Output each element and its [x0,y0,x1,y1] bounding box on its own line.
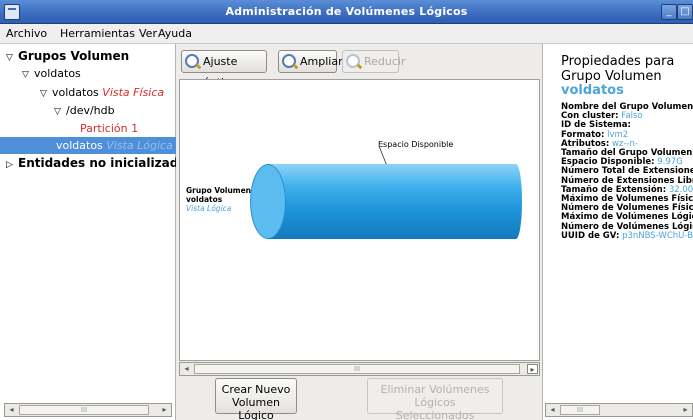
ampliar-button[interactable]: Ampliar [278,50,343,73]
zoom-fit-icon [185,54,199,68]
expander-icon[interactable]: ▽ [54,104,66,121]
minimize-icon[interactable]: _ [661,4,677,20]
prop-row: UUID de GV: p3nNBS-WChU-B2 [561,231,693,241]
menu-bar: Archivo Herramientas Ver Ayuda [0,24,693,44]
canvas-horizontal-scrollbar[interactable]: ◂ III ▸ [179,362,540,376]
tree-item-grupos[interactable]: ▽ Grupos Volumen [6,48,129,65]
props-vg-name: voldatos [561,83,624,98]
expander-icon[interactable]: ▽ [40,86,52,103]
tree-item-vista-fisica[interactable]: ▽ voldatos Vista Física [40,84,164,101]
volume-canvas[interactable]: Grupo Volumen voldatos Vista Lógica Espa… [179,79,540,361]
expander-icon[interactable]: ▽ [6,50,18,67]
menu-herramientas[interactable]: Herramientas [60,27,135,40]
expander-icon[interactable]: ▷ [6,157,18,174]
crear-volumen-logico-button[interactable]: Crear Nuevo Volumen Lógico [215,378,297,420]
center-pane: Ajuste óptimo Ampliar Reducir Grupo Volu… [176,44,542,420]
ajuste-optimo-button[interactable]: Ajuste óptimo [181,50,267,89]
reducir-button: Reducir [342,50,406,73]
cylinder-body [267,164,522,239]
scroll-thumb[interactable]: III [560,405,600,415]
scroll-right-icon[interactable]: ▸ [527,364,538,374]
scroll-right-icon[interactable]: ▸ [159,405,170,415]
volume-tree: ▽ Grupos Volumen ▽ voldatos ▽ voldatos Vist… [0,44,194,420]
menu-ver[interactable]: Ver [139,27,157,40]
tree-item-vista-logica[interactable]: voldatos Vista Lógica [56,137,173,154]
zoom-in-icon [282,54,296,68]
tree-item-entidades[interactable]: ▷ Entidades no inicializadas [6,155,194,172]
properties-pane: Propiedades para Grupo Volumen voldatos … [542,44,693,420]
window-title: Administración de Volúmenes Lógicos [225,5,468,18]
free-space-cylinder[interactable] [250,164,522,239]
menu-ayuda[interactable]: Ayuda [158,27,192,40]
scroll-left-icon[interactable]: ◂ [6,405,17,415]
tree-item-voldatos[interactable]: ▽ voldatos [22,65,81,82]
props-title-line2: Grupo Volumen [561,69,662,84]
menu-archivo[interactable]: Archivo [6,27,47,40]
expander-icon[interactable]: ▽ [22,67,34,84]
prop-label: UUID de GV: [561,230,620,241]
scroll-left-icon[interactable]: ◂ [181,364,192,374]
cylinder-cap [250,164,286,239]
scroll-thumb[interactable]: III [19,405,149,415]
tree-item-particion[interactable]: Partición 1 [80,120,138,137]
scroll-right-icon[interactable]: ▸ [680,405,691,415]
props-horizontal-scrollbar[interactable]: ◂ III ▸ [545,403,693,417]
zoom-out-icon [346,54,360,68]
eliminar-volumenes-button: Eliminar Volúmenes Lógicos Seleccionados [367,378,503,420]
title-bar: Administración de Volúmenes Lógicos _ □ [0,0,693,24]
scroll-left-icon[interactable]: ◂ [547,405,558,415]
scroll-thumb[interactable]: III [194,364,520,374]
prop-value: p3nNBS-WChU-B2 [622,230,693,241]
tree-item-dev-hdb[interactable]: ▽/dev/hdb [54,102,115,119]
maximize-icon[interactable]: □ [677,4,693,20]
props-title-line1: Propiedades para [561,54,675,69]
tree-horizontal-scrollbar[interactable]: ◂ III ▸ [4,403,172,417]
